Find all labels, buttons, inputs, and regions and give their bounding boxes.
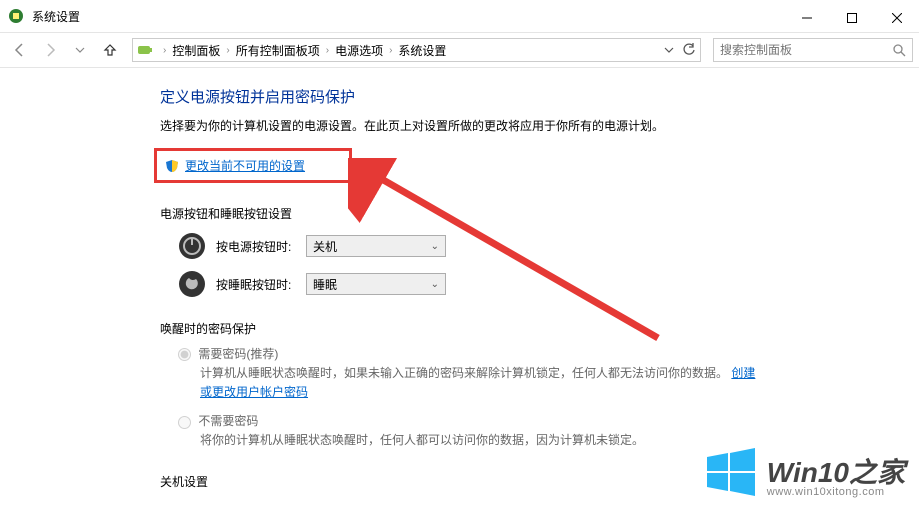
no-password-radio[interactable]: 不需要密码 (178, 412, 879, 429)
power-button-value: 关机 (313, 238, 337, 255)
breadcrumb-item[interactable]: 所有控制面板项 (236, 42, 320, 59)
search-icon[interactable] (892, 43, 906, 57)
breadcrumb-item[interactable]: 系统设置 (398, 42, 446, 59)
back-button[interactable] (6, 36, 34, 64)
chevron-down-icon: ⌄ (431, 279, 439, 290)
require-password-desc: 计算机从睡眠状态唤醒时，如果未输入正确的密码来解除计算机锁定，任何人都无法访问你… (200, 364, 760, 402)
search-box[interactable] (713, 38, 913, 62)
chevron-down-icon[interactable] (664, 45, 674, 55)
close-button[interactable] (874, 4, 919, 32)
watermark-title: Win10之家 (767, 458, 905, 487)
power-options-icon (137, 42, 153, 58)
no-password-input[interactable] (178, 416, 191, 429)
password-section-title: 唤醒时的密码保护 (160, 320, 879, 337)
power-button-icon (178, 232, 206, 260)
sleep-button-label: 按睡眠按钮时: (216, 276, 306, 293)
breadcrumb[interactable]: › 控制面板 › 所有控制面板项 › 电源选项 › 系统设置 (132, 38, 701, 62)
chevron-down-icon: ⌄ (431, 241, 439, 252)
windows-logo-icon (703, 445, 757, 499)
shield-icon (165, 159, 179, 173)
chevron-right-icon: › (159, 45, 170, 56)
chevron-right-icon: › (385, 45, 396, 56)
window-controls (784, 4, 919, 32)
nav-bar: › 控制面板 › 所有控制面板项 › 电源选项 › 系统设置 (0, 32, 919, 68)
sleep-button-icon (178, 270, 206, 298)
power-button-select[interactable]: 关机 ⌄ (306, 235, 446, 257)
sleep-button-select[interactable]: 睡眠 ⌄ (306, 273, 446, 295)
chevron-right-icon: › (222, 45, 233, 56)
no-password-label: 不需要密码 (198, 414, 258, 428)
up-button[interactable] (96, 36, 124, 64)
power-button-label: 按电源按钮时: (216, 238, 306, 255)
highlight-box: 更改当前不可用的设置 (154, 148, 352, 183)
watermark: Win10之家 www.win10xitong.com (703, 445, 905, 499)
maximize-button[interactable] (829, 4, 874, 32)
recent-dropdown[interactable] (66, 36, 94, 64)
chevron-right-icon: › (322, 45, 333, 56)
buttons-section-title: 电源按钮和睡眠按钮设置 (160, 205, 879, 222)
breadcrumb-item[interactable]: 控制面板 (172, 42, 220, 59)
breadcrumb-item[interactable]: 电源选项 (335, 42, 383, 59)
require-password-radio[interactable]: 需要密码(推荐) (178, 345, 879, 362)
sleep-button-row: 按睡眠按钮时: 睡眠 ⌄ (178, 270, 879, 298)
minimize-button[interactable] (784, 4, 829, 32)
forward-button[interactable] (36, 36, 64, 64)
watermark-url: www.win10xitong.com (767, 487, 885, 499)
app-icon (8, 8, 24, 24)
search-input[interactable] (720, 43, 892, 57)
power-button-row: 按电源按钮时: 关机 ⌄ (178, 232, 879, 260)
require-password-input[interactable] (178, 348, 191, 361)
change-unavailable-settings-link[interactable]: 更改当前不可用的设置 (185, 157, 305, 174)
require-password-label: 需要密码(推荐) (198, 347, 278, 361)
window-title: 系统设置 (32, 8, 80, 25)
page-title: 定义电源按钮并启用密码保护 (160, 86, 879, 107)
refresh-icon[interactable] (682, 43, 696, 57)
sleep-button-value: 睡眠 (313, 276, 337, 293)
content-area: 定义电源按钮并启用密码保护 选择要为你的计算机设置的电源设置。在此页上对设置所做… (0, 68, 919, 490)
page-description: 选择要为你的计算机设置的电源设置。在此页上对设置所做的更改将应用于你所有的电源计… (160, 117, 879, 134)
title-bar: 系统设置 (0, 0, 919, 32)
no-password-desc: 将你的计算机从睡眠状态唤醒时，任何人都可以访问你的数据，因为计算机未锁定。 (200, 431, 760, 450)
